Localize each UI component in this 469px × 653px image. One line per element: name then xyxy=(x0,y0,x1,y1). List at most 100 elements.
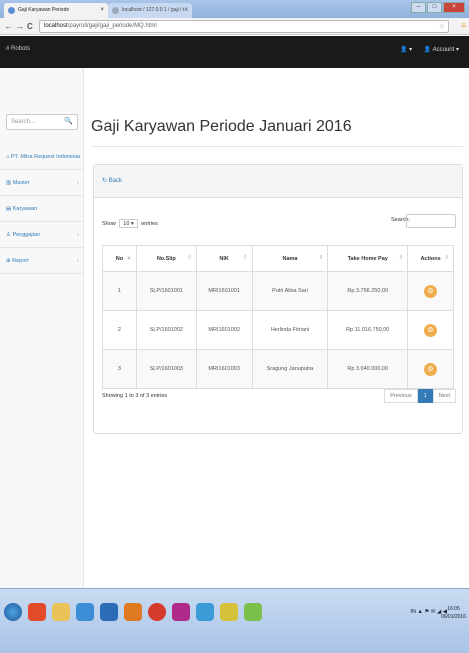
paint-icon[interactable] xyxy=(220,603,238,621)
table-row: 2 SLP/1601002 MRI1601002 Herlinda Fitria… xyxy=(102,310,454,350)
cell-nik: MRI1601002 xyxy=(195,310,253,350)
settings-action-button[interactable]: ⚙ xyxy=(424,362,438,376)
cell-thp: Rp 11.016.750,00 xyxy=(327,310,409,350)
cell-nama: Sragung Januputra xyxy=(251,349,329,389)
browser-tab[interactable]: localhost / 127.0.0.1 / gaji / t... × xyxy=(108,3,192,18)
screen: Gaji Karyawan Periode × localhost / 127.… xyxy=(0,0,469,653)
col-header-actions[interactable]: Actions ⇕ xyxy=(407,245,454,272)
tab-label: Gaji Karyawan Periode xyxy=(18,7,70,13)
minimize-button[interactable]: – xyxy=(411,2,426,13)
reload-icon[interactable]: C xyxy=(27,20,33,33)
sort-icon: ⇕ xyxy=(242,255,248,261)
forward-icon[interactable]: → xyxy=(15,20,24,33)
clock[interactable]: 16:05 06/01/2016 xyxy=(441,605,466,621)
sidebar-item-label: ▥ Master xyxy=(6,180,30,186)
app-icon[interactable] xyxy=(172,603,190,621)
favicon-icon xyxy=(8,7,15,14)
table-search-input[interactable] xyxy=(406,214,456,228)
start-button-icon[interactable] xyxy=(4,603,22,621)
account-dropdown[interactable]: 👤 Account ▾ xyxy=(424,47,459,53)
col-header-no[interactable]: No ▲ xyxy=(102,245,137,272)
sidebar-item-label: ▤ Karyawan xyxy=(6,206,38,212)
url-input[interactable]: localhost/payroll/gaji/gaji_periode/MQ.h… xyxy=(39,20,449,33)
cell-actions: ⚙ xyxy=(407,271,454,311)
app-icon[interactable] xyxy=(100,603,118,621)
pagination-next[interactable]: Next xyxy=(432,389,456,403)
back-icon[interactable]: ← xyxy=(4,20,13,33)
cell-no: 1 xyxy=(102,271,137,311)
cell-slip: SLP/1601002 xyxy=(135,310,197,350)
cell-actions: ⚙ xyxy=(407,310,454,350)
table-header-row: No ▲ No.Slip ⇕ NIK ⇕ Nama ⇕ Take Home Pay ⇕ A… xyxy=(102,245,454,272)
salary-table: No ▲ No.Slip ⇕ NIK ⇕ Nama ⇕ Take Home Pay ⇕ A… xyxy=(102,245,454,389)
back-link[interactable]: ↻ Back xyxy=(102,177,122,184)
cell-slip: SLP/1601001 xyxy=(135,271,197,311)
divider xyxy=(91,146,463,147)
maximize-button[interactable]: □ xyxy=(427,2,442,13)
sidebar-item-company[interactable]: ⌂ PT. Mitra Request Indonesia xyxy=(0,144,84,170)
app-navbar: # Robots 👤 ▾ 👤 Account ▾ xyxy=(0,36,469,68)
cell-nik: MRI1601003 xyxy=(195,349,253,389)
close-tab-icon[interactable]: × xyxy=(184,3,188,18)
col-header-nik[interactable]: NIK ⇕ xyxy=(195,245,253,272)
page-title: Gaji Karyawan Periode Januari 2016 xyxy=(91,118,352,135)
cell-nama: Putri Alisa Sari xyxy=(251,271,329,311)
ie-icon[interactable] xyxy=(76,603,94,621)
pagination: Previous 1 Next xyxy=(384,389,456,403)
clock-date: 06/01/2016 xyxy=(440,614,466,620)
sort-icon: ▲ xyxy=(126,255,132,261)
table-info: Showing 1 to 3 of 3 entries xyxy=(102,393,168,399)
cell-nama: Herlinda Fitriani xyxy=(251,310,329,350)
chevron-left-icon: ‹ xyxy=(77,232,79,238)
search-icon[interactable]: 🔍 xyxy=(64,115,73,129)
close-tab-icon[interactable]: × xyxy=(100,3,104,18)
panel-heading: ↻ Back xyxy=(94,165,462,198)
url-host: localhost xyxy=(44,23,68,29)
sort-icon: ⇕ xyxy=(444,255,449,261)
entries-select[interactable]: 10 ▾ xyxy=(119,219,138,228)
cell-nik: MRI1601001 xyxy=(195,271,253,311)
content-panel: ↻ Back Show 10 ▾ entries Search: No ▲ No.… xyxy=(93,164,463,434)
sidebar-item-penggajian[interactable]: ♙ Penggajian ‹ xyxy=(0,222,84,248)
firefox-icon[interactable] xyxy=(28,603,46,621)
sort-icon: ⇕ xyxy=(398,255,404,261)
word-icon[interactable] xyxy=(196,603,214,621)
sidebar-item-master[interactable]: ▥ Master ‹ xyxy=(0,170,84,196)
sidebar-item-label: ⌂ PT. Mitra Request Indonesia xyxy=(6,154,80,160)
col-header-thp[interactable]: Take Home Pay ⇕ xyxy=(327,245,409,272)
table-row: 3 SLP/1601003 MRI1601003 Sragung Januput… xyxy=(102,349,454,389)
brand-link[interactable]: # Robots xyxy=(6,46,30,52)
cell-slip: SLP/1601003 xyxy=(135,349,197,389)
cell-thp: Rp 3.756.250,00 xyxy=(327,271,409,311)
close-window-button[interactable]: × xyxy=(443,2,465,13)
browser-menu-icon[interactable]: ≡ xyxy=(461,21,466,30)
pagination-previous[interactable]: Previous xyxy=(384,389,418,403)
browser-tab-active[interactable]: Gaji Karyawan Periode × xyxy=(4,3,108,18)
notepad-icon[interactable] xyxy=(244,603,262,621)
xampp-icon[interactable] xyxy=(124,603,142,621)
cell-thp: Rp 3.040.000,00 xyxy=(327,349,409,389)
settings-action-button[interactable]: ⚙ xyxy=(424,284,438,298)
chevron-left-icon: ‹ xyxy=(77,180,79,186)
sidebar-item-karyawan[interactable]: ▤ Karyawan xyxy=(0,196,84,222)
chrome-icon[interactable] xyxy=(148,603,166,621)
user-dropdown[interactable]: 👤 ▾ xyxy=(400,47,412,53)
browser-tab-bar: Gaji Karyawan Periode × localhost / 127.… xyxy=(0,0,469,18)
sort-icon: ⇕ xyxy=(187,255,192,261)
sort-icon: ⇕ xyxy=(318,255,324,261)
col-header-slip[interactable]: No.Slip ⇕ xyxy=(135,245,197,272)
sidebar-item-label: ⊕ Report xyxy=(6,258,29,264)
sidebar-item-label: ♙ Penggajian xyxy=(6,232,40,238)
cell-no: 3 xyxy=(102,349,137,389)
col-header-nama[interactable]: Nama ⇕ xyxy=(251,245,329,272)
sidebar-search-input[interactable]: Search... 🔍 xyxy=(6,114,78,130)
entries-label: entries xyxy=(141,221,158,227)
sidebar-item-report[interactable]: ⊕ Report ‹ xyxy=(0,248,84,274)
favicon-icon xyxy=(112,7,119,14)
bookmark-star-icon[interactable]: ☆ xyxy=(439,21,445,32)
url-path: /payroll/gaji/gaji_periode/MQ.html xyxy=(67,23,157,29)
window-controls: – □ × xyxy=(411,2,465,13)
settings-action-button[interactable]: ⚙ xyxy=(424,323,438,337)
folder-icon[interactable] xyxy=(52,603,70,621)
pagination-page-1[interactable]: 1 xyxy=(417,389,433,403)
